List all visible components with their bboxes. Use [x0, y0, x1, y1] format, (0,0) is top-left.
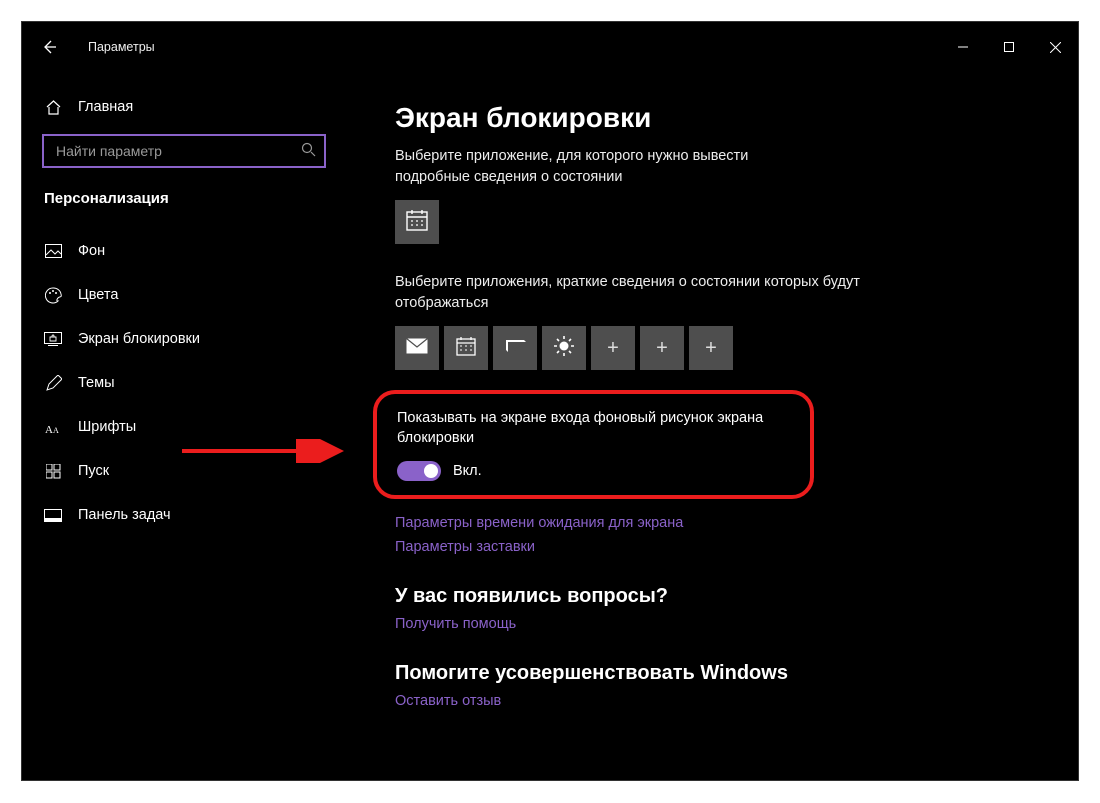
home-icon — [44, 98, 62, 116]
start-icon — [44, 462, 62, 480]
highlighted-setting: Показывать на экране входа фоновый рисун… — [373, 390, 814, 499]
mail-icon — [406, 338, 428, 359]
toggle-row: Вкл. — [397, 461, 790, 481]
search-icon — [301, 142, 316, 160]
show-background-label: Показывать на экране входа фоновый рисун… — [397, 408, 790, 449]
content-area: Экран блокировки Выберите приложение, дл… — [350, 72, 1078, 781]
sidebar-item-label: Пуск — [78, 463, 109, 479]
sidebar-category: Персонализация — [44, 190, 342, 207]
sidebar: Главная Персонализация Фон Цвета Экр — [22, 72, 350, 781]
quick-app-add-1[interactable]: + — [591, 326, 635, 370]
quick-apps-row: + + + — [395, 326, 1054, 370]
search-input[interactable] — [54, 142, 301, 160]
sidebar-item-lockscreen[interactable]: Экран блокировки — [40, 317, 342, 361]
sidebar-home-label: Главная — [78, 99, 133, 115]
quick-app-tasks[interactable] — [493, 326, 537, 370]
screen-timeout-link[interactable]: Параметры времени ожидания для экрана — [395, 515, 1054, 531]
feedback-link[interactable]: Оставить отзыв — [395, 693, 1054, 709]
quick-app-mail[interactable] — [395, 326, 439, 370]
back-button[interactable] — [40, 38, 58, 56]
quick-app-calendar[interactable] — [444, 326, 488, 370]
settings-window: Параметры Главная Пер — [21, 21, 1079, 781]
sidebar-item-label: Фон — [78, 243, 105, 259]
get-help-link[interactable]: Получить помощь — [395, 616, 1054, 632]
minimize-button[interactable] — [940, 31, 986, 63]
titlebar-left: Параметры — [22, 38, 155, 56]
app-title: Параметры — [88, 40, 155, 54]
calendar-icon — [406, 209, 428, 236]
sidebar-item-taskbar[interactable]: Панель задач — [40, 493, 342, 537]
window-controls — [940, 31, 1078, 63]
sidebar-home[interactable]: Главная — [40, 92, 342, 130]
help-heading: У вас появились вопросы? — [395, 585, 1054, 608]
sidebar-item-background[interactable]: Фон — [40, 229, 342, 273]
themes-icon — [44, 374, 62, 392]
lockscreen-icon — [44, 330, 62, 348]
plus-icon: + — [705, 337, 717, 360]
titlebar: Параметры — [22, 22, 1078, 72]
feedback-heading: Помогите усовершенствовать Windows — [395, 662, 1054, 685]
sidebar-item-label: Цвета — [78, 287, 118, 303]
sidebar-item-start[interactable]: Пуск — [40, 449, 342, 493]
sidebar-item-colors[interactable]: Цвета — [40, 273, 342, 317]
page-title: Экран блокировки — [395, 102, 1054, 134]
sidebar-item-label: Темы — [78, 375, 115, 391]
taskbar-icon — [44, 506, 62, 524]
calendar-icon — [456, 336, 476, 361]
sidebar-item-themes[interactable]: Темы — [40, 361, 342, 405]
tasks-icon — [504, 338, 526, 359]
show-background-toggle[interactable] — [397, 461, 441, 481]
picture-icon — [44, 242, 62, 260]
quick-app-add-2[interactable]: + — [640, 326, 684, 370]
sidebar-item-label: Шрифты — [78, 419, 136, 435]
sidebar-item-fonts[interactable]: AA Шрифты — [40, 405, 342, 449]
close-button[interactable] — [1032, 31, 1078, 63]
sidebar-item-label: Экран блокировки — [78, 331, 200, 347]
svg-text:A: A — [53, 426, 59, 435]
screensaver-link[interactable]: Параметры заставки — [395, 539, 1054, 555]
search-box[interactable] — [42, 134, 326, 168]
sidebar-item-label: Панель задач — [78, 507, 171, 523]
quick-app-add-3[interactable]: + — [689, 326, 733, 370]
svg-text:A: A — [45, 424, 53, 435]
plus-icon: + — [656, 337, 668, 360]
detail-app-tile[interactable] — [395, 200, 439, 244]
plus-icon: + — [607, 337, 619, 360]
quick-apps-description: Выберите приложения, краткие сведения о … — [395, 272, 865, 314]
detail-app-description: Выберите приложение, для которого нужно … — [395, 146, 815, 188]
quick-app-weather[interactable] — [542, 326, 586, 370]
toggle-state-label: Вкл. — [453, 463, 482, 479]
weather-icon — [553, 335, 575, 362]
maximize-button[interactable] — [986, 31, 1032, 63]
fonts-icon: AA — [44, 418, 62, 436]
palette-icon — [44, 286, 62, 304]
